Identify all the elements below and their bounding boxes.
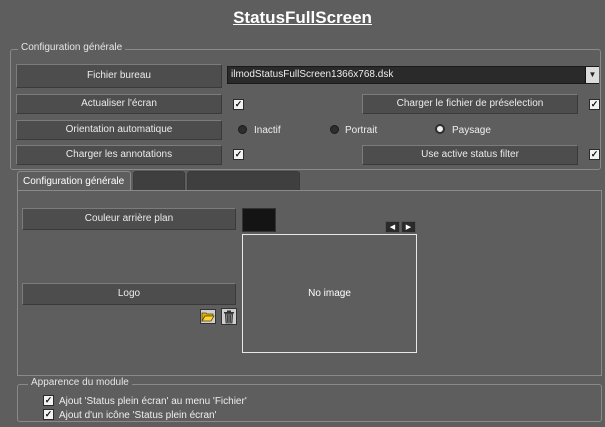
load-preselection-label: Charger le fichier de préselection bbox=[362, 94, 578, 114]
active-status-filter-checkbox[interactable]: ✓ bbox=[589, 149, 600, 160]
trash-icon[interactable] bbox=[221, 308, 237, 325]
tab-3[interactable] bbox=[187, 171, 300, 191]
refresh-screen-label: Actualiser l'écran bbox=[16, 94, 222, 114]
logo-label: Logo bbox=[22, 283, 236, 305]
orientation-label-paysage: Paysage bbox=[452, 125, 491, 136]
file-menu-option-checkbox[interactable]: ✓ bbox=[43, 395, 54, 406]
icon-option-checkbox[interactable]: ✓ bbox=[43, 409, 54, 420]
background-color-swatch[interactable] bbox=[242, 208, 276, 232]
orientation-radio-portrait[interactable] bbox=[330, 125, 339, 134]
background-color-label: Couleur arrière plan bbox=[22, 208, 236, 230]
chevron-down-icon[interactable]: ▼ bbox=[585, 67, 599, 83]
no-image-text: No image bbox=[308, 288, 351, 299]
page-title: StatusFullScreen bbox=[233, 8, 372, 27]
load-annotations-checkbox[interactable]: ✓ bbox=[233, 149, 244, 160]
orientation-radio-inactif[interactable] bbox=[238, 125, 247, 134]
orientation-label-inactif: Inactif bbox=[254, 125, 281, 136]
refresh-screen-checkbox[interactable]: ✓ bbox=[233, 99, 244, 110]
active-status-filter-label: Use active status filter bbox=[362, 145, 578, 165]
load-annotations-label: Charger les annotations bbox=[16, 145, 222, 165]
desktop-file-label: Fichier bureau bbox=[16, 64, 222, 88]
load-preselection-checkbox[interactable]: ✓ bbox=[589, 99, 600, 110]
orientation-radio-paysage[interactable] bbox=[435, 124, 445, 134]
folder-open-icon[interactable] bbox=[200, 309, 216, 324]
file-menu-option-label: Ajout 'Status plein écran' au menu 'Fich… bbox=[59, 396, 247, 407]
image-next-button[interactable]: ▶ bbox=[401, 221, 416, 233]
general-config-legend: Configuration générale bbox=[18, 42, 126, 53]
icon-option-label: Ajout d'un icône 'Status plein écran' bbox=[59, 410, 217, 421]
desktop-file-value: ilmodStatusFullScreen1366x768.dsk bbox=[231, 69, 394, 80]
tab-2[interactable] bbox=[133, 171, 185, 191]
desktop-file-select[interactable]: ilmodStatusFullScreen1366x768.dsk bbox=[227, 66, 599, 84]
image-prev-button[interactable]: ◀ bbox=[385, 221, 400, 233]
module-appearance-legend: Apparence du module bbox=[28, 377, 132, 388]
tab-general-config[interactable]: Configuration générale bbox=[17, 171, 131, 191]
orientation-label-portrait: Portrait bbox=[345, 125, 378, 136]
auto-orientation-label: Orientation automatique bbox=[16, 120, 222, 140]
logo-image-preview: No image bbox=[242, 234, 417, 353]
